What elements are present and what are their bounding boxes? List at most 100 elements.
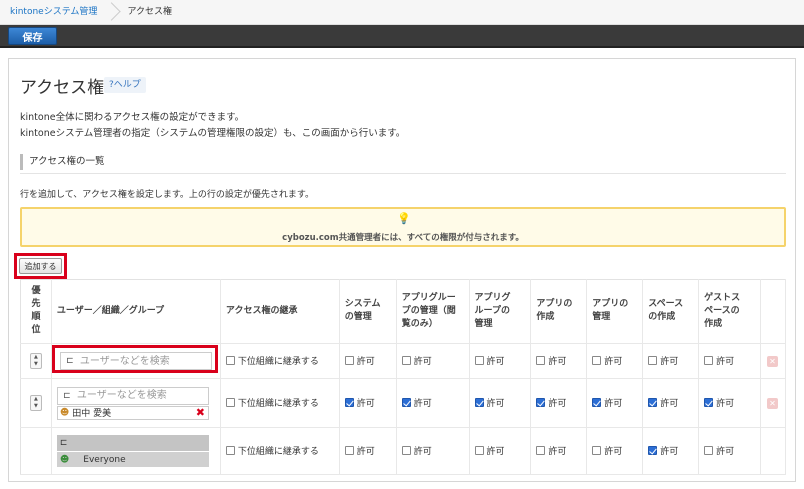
inherit-label: 下位組織に継承する [237, 399, 319, 410]
section-divider [20, 173, 786, 174]
priority-cell [20, 427, 52, 475]
everyone-label: Everyone [83, 454, 126, 465]
inherit-checkbox[interactable] [225, 446, 235, 456]
perm-checkbox[interactable] [592, 356, 602, 365]
perm-label: 許可 [660, 399, 679, 410]
table-row: ▲▼ ⊏ 下位組織に継承する 許可 許可 許可 許可 許可 許可 許可 ✕ [20, 343, 787, 380]
inherit-cell: 下位組織に継承する [220, 427, 340, 475]
perm-checkbox[interactable] [704, 356, 714, 365]
notice-box: 💡 cybozu.com共通管理者には、すべての権限が付与されます。 [20, 207, 786, 247]
col-app-manage: アプリの 管理 [586, 279, 644, 344]
perm-label: 許可 [356, 357, 375, 367]
col-space-create: スペース の作成 [642, 279, 700, 344]
perm-checkbox[interactable] [648, 398, 658, 408]
inherit-cell: 下位組織に継承する [220, 343, 340, 380]
perm-checkbox[interactable] [344, 356, 354, 365]
description-line-2: kintoneシステム管理者の指定（システムの管理権限の設定）も、この画面から行… [20, 128, 406, 139]
perm-label: 許可 [486, 399, 505, 410]
priority-cell: ▲ ▼ [20, 378, 52, 429]
col-priority: 優 先 順 位 [20, 279, 52, 344]
perm-label: 許可 [413, 357, 432, 367]
perm-checkbox[interactable] [474, 356, 484, 365]
breadcrumb-root-link[interactable]: kintoneシステム管理 [0, 0, 107, 25]
perm-checkbox[interactable] [704, 398, 714, 408]
access-table: 優 先 順 位 ユーザー／組織／グループ アクセス権の継承 システム の管理 ア… [20, 279, 787, 475]
col-app-group: アプリグ ループの 管理 [469, 279, 532, 344]
col-app-create: アプリの 作成 [530, 279, 588, 344]
table-header-row: 優 先 順 位 ユーザー／組織／グループ アクセス権の継承 システム の管理 ア… [20, 279, 787, 344]
perm-checkbox[interactable] [648, 356, 658, 365]
perm-checkbox[interactable] [704, 446, 714, 456]
section-title: アクセス権の一覧 [20, 154, 105, 170]
page-title: アクセス権 [20, 78, 105, 98]
perm-label: 許可 [660, 447, 679, 458]
col-user: ユーザー／組織／グループ [51, 279, 221, 344]
user-search-input[interactable] [73, 387, 204, 404]
toolbar: 保存 [0, 25, 804, 48]
delete-row-icon[interactable]: ✕ [766, 397, 778, 409]
perm-label: 許可 [604, 399, 623, 410]
actions-cell: ✕ [760, 378, 787, 429]
delete-row-icon[interactable]: ✕ [766, 355, 778, 367]
actions-cell [760, 427, 787, 475]
user-search-field: ⊏ [56, 386, 209, 405]
perm-label: 許可 [356, 399, 375, 410]
save-button[interactable]: 保存 [8, 27, 57, 45]
perm-label: 許可 [604, 447, 623, 458]
notice-text: cybozu.com共通管理者には、すべての権限が付与されます。 [282, 233, 524, 243]
perm-checkbox[interactable] [648, 446, 658, 456]
perm-checkbox[interactable] [474, 398, 484, 408]
remove-user-icon[interactable]: ✖ [196, 406, 205, 419]
perm-checkbox[interactable] [344, 446, 354, 456]
main-panel: アクセス権 ?ヘルプ kintone全体に関わるアクセス権の設定ができます。 k… [8, 58, 796, 482]
user-avatar-icon: ☻ [59, 407, 70, 418]
perm-label: 許可 [660, 357, 679, 367]
perm-label: 許可 [548, 399, 567, 410]
breadcrumb-current: アクセス権 [127, 6, 172, 17]
group-icon: ☻ [59, 454, 70, 465]
priority-cell: ▲ ▼ [20, 343, 52, 380]
breadcrumb-separator [107, 0, 117, 25]
org-tree-icon[interactable]: ⊏ [60, 391, 74, 401]
disabled-search-field: ⊏ [56, 435, 209, 452]
col-sys-admin: システム の管理 [339, 279, 397, 344]
search-highlight [51, 344, 218, 373]
inherit-checkbox[interactable] [225, 356, 235, 365]
perm-label: 許可 [486, 357, 505, 367]
perm-checkbox[interactable] [592, 446, 602, 456]
perm-label: 許可 [486, 447, 505, 458]
perm-label: 許可 [356, 447, 375, 458]
info-text: 行を追加して、アクセス権を設定します。上の行の設定が優先されます。 [20, 190, 315, 200]
inherit-checkbox[interactable] [225, 398, 235, 408]
user-cell: ⊏ [51, 343, 221, 380]
table-row: ⊏ ☻ Everyone 下位組織に継承する 許可 許可 許可 許可 許可 許可… [20, 427, 787, 475]
perm-label: 許可 [548, 447, 567, 458]
perm-checkbox[interactable] [592, 398, 602, 408]
user-cell: ⊏ ☻ 田中 愛美 ✖ [51, 378, 221, 429]
priority-stepper[interactable]: ▲ ▼ [29, 395, 42, 412]
priority-stepper[interactable]: ▲ ▼ [29, 353, 42, 369]
perm-checkbox[interactable] [344, 398, 354, 408]
add-button[interactable]: 追加する [19, 258, 62, 274]
perm-label: 許可 [604, 357, 623, 367]
perm-label: 許可 [716, 447, 735, 458]
help-link[interactable]: ?ヘルプ [104, 77, 146, 93]
perm-checkbox[interactable] [474, 446, 484, 456]
perm-checkbox[interactable] [401, 356, 411, 365]
lightbulb-icon: 💡 [397, 212, 411, 225]
perm-checkbox[interactable] [536, 446, 546, 456]
perm-checkbox[interactable] [536, 398, 546, 408]
col-guest-space: ゲストス ペースの 作成 [698, 279, 761, 344]
table-row: ▲▼ ⊏ ☻ 田中 愛美 ✖ 下位組織に継承する 許可 許可 許可 許可 許可 … [20, 378, 787, 429]
perm-label: 許可 [413, 447, 432, 458]
user-cell: ⊏ ☻ Everyone [51, 427, 221, 475]
add-button-highlight: 追加する [14, 253, 67, 279]
everyone-chip: ☻ Everyone [56, 452, 209, 468]
inherit-cell: 下位組織に継承する [220, 378, 340, 429]
perm-checkbox[interactable] [401, 398, 411, 408]
col-actions [760, 279, 787, 344]
perm-checkbox[interactable] [536, 356, 546, 365]
perm-checkbox[interactable] [401, 446, 411, 456]
user-chip-name: 田中 愛美 [72, 409, 112, 420]
perm-label: 許可 [716, 357, 735, 367]
